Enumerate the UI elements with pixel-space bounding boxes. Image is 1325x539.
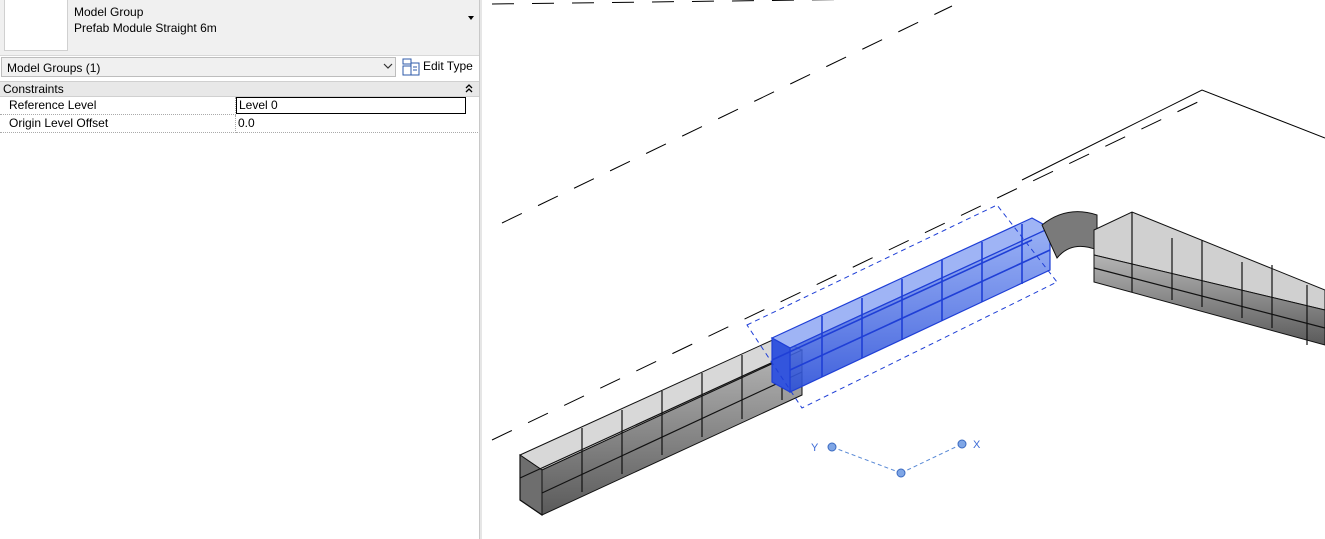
- edit-type-icon: [402, 58, 420, 76]
- property-row-origin-level-offset: Origin Level Offset 0.0: [0, 115, 479, 133]
- y-axis-label: Y: [811, 442, 819, 454]
- instance-filter-row: Model Groups (1) Edit Type: [0, 56, 479, 80]
- level-outline: [1021, 89, 1325, 181]
- collapse-chevron-icon[interactable]: [464, 83, 474, 95]
- x-axis-label: X: [973, 439, 981, 451]
- module-run-right: [1041, 211, 1325, 346]
- type-dropdown-arrow-icon[interactable]: [468, 16, 474, 20]
- model-canvas: Y X: [491, 0, 1325, 516]
- edit-type-button[interactable]: Edit Type: [400, 57, 476, 77]
- type-selector[interactable]: Model Group Prefab Module Straight 6m: [0, 0, 479, 56]
- x-axis-handle[interactable]: [957, 439, 967, 449]
- origin-handle[interactable]: [896, 468, 906, 478]
- 3d-viewport[interactable]: Y X: [482, 0, 1325, 539]
- edit-type-label: Edit Type: [423, 59, 473, 73]
- constraints-group-header[interactable]: Constraints: [0, 81, 479, 97]
- property-row-reference-level: Reference Level Level 0: [0, 97, 479, 115]
- group-title: Constraints: [3, 82, 64, 96]
- properties-panel: Model Group Prefab Module Straight 6m Mo…: [0, 0, 479, 539]
- origin-level-offset-field[interactable]: 0.0: [236, 115, 478, 133]
- y-axis-handle[interactable]: [827, 442, 837, 452]
- type-preview-thumbnail: [4, 0, 68, 51]
- instance-filter-label: Model Groups (1): [7, 61, 101, 75]
- property-name: Origin Level Offset: [0, 115, 236, 133]
- reference-level-field[interactable]: Level 0: [236, 97, 466, 114]
- group-origin-axes[interactable]: Y X: [811, 439, 981, 478]
- type-family-label: Model Group: [74, 5, 144, 19]
- property-name: Reference Level: [0, 97, 236, 115]
- type-name-label: Prefab Module Straight 6m: [74, 21, 217, 35]
- module-run-left: [518, 337, 804, 516]
- selected-model-group[interactable]: [746, 204, 1058, 409]
- chevron-down-icon: [383, 63, 393, 69]
- instance-filter-dropdown[interactable]: Model Groups (1): [1, 57, 396, 77]
